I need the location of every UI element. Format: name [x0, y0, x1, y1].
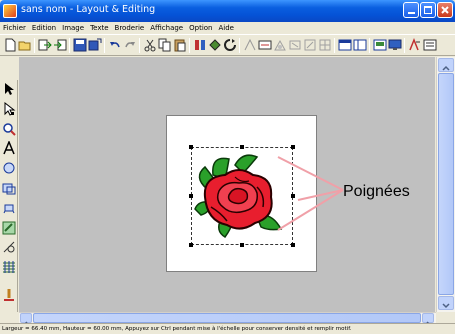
- callout-label: Poignées: [343, 183, 410, 200]
- scroll-right-button[interactable]: [422, 313, 434, 329]
- scroll-left-button[interactable]: [20, 313, 32, 329]
- scroll-down-button[interactable]: [438, 296, 454, 310]
- horizontal-scroll-thumb[interactable]: [33, 313, 421, 323]
- scroll-up-button[interactable]: [438, 58, 454, 72]
- callout-lines: [277, 156, 344, 231]
- vertical-scroll-thumb[interactable]: [438, 73, 454, 295]
- application-window: sans nom - Layout & Editing Fichier Editi…: [0, 0, 455, 334]
- status-bar: Largeur = 66.40 mm, Hauteur = 60.00 mm, …: [0, 323, 455, 334]
- status-text: Largeur = 66.40 mm, Hauteur = 60.00 mm, …: [2, 326, 352, 332]
- horizontal-scrollbar[interactable]: [19, 312, 436, 329]
- vertical-scrollbar[interactable]: [436, 57, 455, 312]
- chevron-down-icon: [442, 303, 450, 309]
